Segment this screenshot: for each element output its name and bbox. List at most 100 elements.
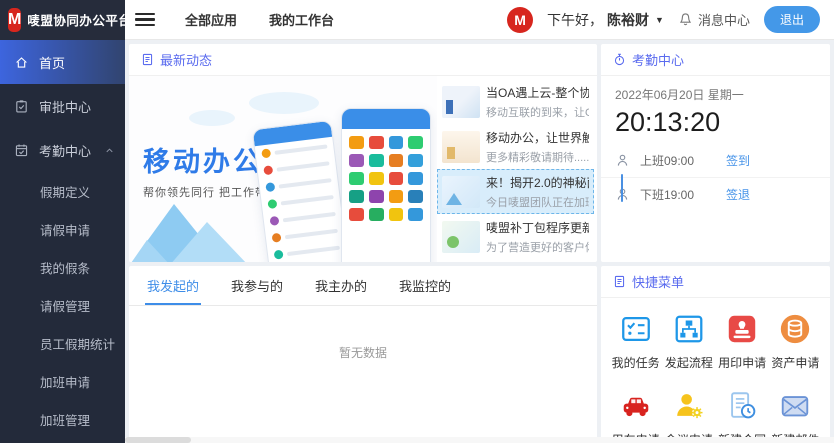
quick-meeting-request[interactable]: 会议申请 [662, 389, 715, 439]
check-in-link[interactable]: 签到 [726, 152, 750, 169]
user-menu[interactable]: 下午好，陈裕财 ▼ [547, 10, 664, 30]
quick-vehicle-request[interactable]: 用车申请 [609, 389, 662, 439]
bell-icon [678, 12, 693, 27]
shift-label: 上班09:00 [640, 152, 694, 169]
sidebar-item-label: 审批中心 [39, 97, 91, 116]
panel-title: 最新动态 [160, 50, 212, 69]
contract-clock-icon [725, 389, 759, 423]
stopwatch-icon [613, 53, 626, 66]
meeting-person-icon [672, 389, 706, 423]
person-icon [615, 153, 630, 168]
panel-title: 考勤中心 [632, 50, 684, 69]
panel-title: 快捷菜单 [632, 272, 684, 291]
news-list-item[interactable]: 唛盟补丁包程序更新 为了营造更好的客户体验，唛 [437, 214, 594, 259]
tab-initiated-by-me[interactable]: 我发起的 [145, 266, 201, 305]
attendance-panel: 考勤中心 2022年06月20日 星期一 20:13:20 上班09:00 签到… [601, 44, 830, 262]
promo-banner: 移动办公 帮你领先同行 把工作带出办公室 [129, 76, 437, 262]
check-out-link[interactable]: 签退 [726, 186, 750, 203]
sidebar-item-home[interactable]: 首页 [0, 40, 125, 84]
cloud-shape [189, 110, 235, 126]
attendance-row-checkin: 上班09:00 签到 [601, 144, 830, 177]
car-icon [619, 389, 653, 423]
clipboard-icon [14, 99, 29, 114]
stamp-icon [725, 312, 759, 346]
news-list-item[interactable]: 移动办公，让世界触手可 更多精彩敬请期待....... [437, 124, 594, 169]
my-processes-panel: 我发起的 我参与的 我主办的 我监控的 暂无数据 [129, 266, 597, 439]
quick-menu-grid: 我的任务 发起流程 用印申请 资产申请 [601, 298, 830, 439]
tab-monitored-by-me[interactable]: 我监控的 [397, 266, 453, 305]
user-avatar[interactable]: M [507, 7, 533, 33]
news-list-item-active[interactable]: 来！揭开2.0的神秘面纱- 今日唛盟团队正在加班加点, [437, 169, 594, 214]
news-title: 唛盟补丁包程序更新 [486, 219, 589, 236]
attendance-rows: 上班09:00 签到 下班19:00 签退 [601, 144, 830, 211]
quick-menu-panel: 快捷菜单 我的任务 发起流程 用印申请 [601, 266, 830, 439]
sidebar: 首页 审批中心 考勤中心 假期定义 请假申请 我的假条 请假管理 员工假期统计 … [0, 40, 125, 443]
news-desc: 为了营造更好的客户体验，唛 [486, 239, 589, 255]
process-tabs: 我发起的 我参与的 我主办的 我监控的 [129, 266, 597, 306]
quick-new-contract[interactable]: 新建合同 [716, 389, 769, 439]
quick-item-label: 发起流程 [665, 354, 713, 371]
empty-state-text: 暂无数据 [129, 344, 597, 361]
nav-all-apps[interactable]: 全部应用 [185, 10, 237, 29]
shift-label: 下班19:00 [640, 186, 694, 203]
news-thumbnail [442, 221, 480, 253]
document-icon [141, 53, 154, 66]
cloud-shape [249, 92, 319, 114]
chevron-down-icon: ▼ [655, 15, 664, 25]
quick-start-process[interactable]: 发起流程 [662, 312, 715, 371]
mountains-graphic [129, 196, 299, 262]
sidebar-item-approval-center[interactable]: 审批中心 [0, 84, 125, 128]
top-header: M 唛盟协同办公平台 全部应用 我的工作台 M 下午好，陈裕财 ▼ 消息中心 退… [0, 0, 834, 40]
flowchart-icon [672, 312, 706, 346]
home-icon [14, 55, 29, 70]
attendance-header: 考勤中心 [601, 44, 830, 76]
horizontal-scrollbar[interactable] [125, 437, 834, 443]
app-title: 唛盟协同办公平台 [27, 10, 131, 29]
sidebar-sub-my-leave-slips[interactable]: 我的假条 [0, 248, 125, 286]
sidebar-sub-employee-leave-stats[interactable]: 员工假期统计 [0, 324, 125, 362]
logo-m-icon: M [8, 8, 21, 32]
sidebar-sub-overtime-management[interactable]: 加班管理 [0, 400, 125, 438]
news-desc: 更多精彩敬请期待....... [486, 149, 589, 165]
nav-my-workspace[interactable]: 我的工作台 [269, 10, 334, 29]
top-nav: 全部应用 我的工作台 [185, 10, 334, 29]
calendar-check-icon [14, 143, 29, 158]
news-list: 当OA遇上云-整个协同OA 移动互联的到来，让OA与云 移动办公，让世界触手可 … [437, 76, 597, 262]
sidebar-item-attendance-center[interactable]: 考勤中心 [0, 128, 125, 172]
sidebar-sub-holiday-definition[interactable]: 假期定义 [0, 172, 125, 210]
quick-asset-request[interactable]: 资产申请 [769, 312, 822, 371]
message-center-button[interactable]: 消息中心 [678, 10, 750, 29]
news-title: 来！揭开2.0的神秘面纱- [486, 174, 589, 191]
attendance-row-checkout: 下班19:00 签退 [601, 177, 830, 211]
logout-button[interactable]: 退出 [764, 6, 820, 33]
message-center-label: 消息中心 [698, 10, 750, 29]
news-thumbnail [442, 176, 480, 208]
news-thumbnail [442, 86, 480, 118]
app-logo: M 唛盟协同办公平台 [0, 0, 125, 40]
attendance-date: 2022年06月20日 星期一 [615, 86, 816, 103]
news-list-item[interactable]: 当OA遇上云-整个协同OA 移动互联的到来，让OA与云 [437, 79, 594, 124]
timeline-connector [621, 174, 623, 202]
tab-participated-by-me[interactable]: 我参与的 [229, 266, 285, 305]
tab-hosted-by-me[interactable]: 我主办的 [313, 266, 369, 305]
chevron-up-icon [104, 145, 115, 156]
sidebar-sub-leave-management[interactable]: 请假管理 [0, 286, 125, 324]
quick-my-tasks[interactable]: 我的任务 [609, 312, 662, 371]
scrollbar-thumb[interactable] [125, 437, 191, 443]
task-list-icon [619, 312, 653, 346]
sidebar-sub-overtime-request[interactable]: 加班申请 [0, 362, 125, 400]
banner-headline: 移动办公 [143, 140, 263, 179]
quick-item-label: 用印申请 [718, 354, 766, 371]
menu-toggle-icon[interactable] [135, 10, 155, 30]
news-desc: 移动互联的到来，让OA与云 [486, 104, 589, 120]
document-icon [613, 275, 626, 288]
mail-icon [778, 389, 812, 423]
quick-new-mail[interactable]: 新建邮件 [769, 389, 822, 439]
quick-menu-header: 快捷菜单 [601, 266, 830, 298]
sidebar-sub-leave-request[interactable]: 请假申请 [0, 210, 125, 248]
news-title: 移动办公，让世界触手可 [486, 129, 589, 146]
quick-seal-request[interactable]: 用印申请 [716, 312, 769, 371]
phone-mockup [341, 108, 431, 262]
news-title: 当OA遇上云-整个协同OA [486, 84, 589, 101]
sidebar-item-label: 考勤中心 [39, 141, 91, 160]
